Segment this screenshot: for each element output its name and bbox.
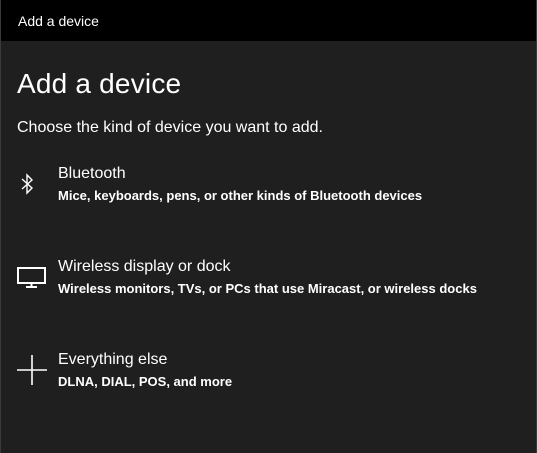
page-subtitle: Choose the kind of device you want to ad… xyxy=(17,119,323,136)
option-bluetooth[interactable]: Bluetooth Mice, keyboards, pens, or othe… xyxy=(17,162,520,255)
window-title: Add a device xyxy=(18,12,99,29)
page-title: Add a device xyxy=(17,68,182,99)
option-wireless-display-title: Wireless display or dock xyxy=(58,258,231,275)
plus-icon xyxy=(17,348,58,388)
option-everything-else-title: Everything else xyxy=(58,351,168,368)
option-wireless-display[interactable]: Wireless display or dock Wireless monito… xyxy=(17,255,520,348)
monitor-icon xyxy=(17,255,58,295)
dialog-content: Add a device Choose the kind of device y… xyxy=(1,41,536,441)
option-bluetooth-title: Bluetooth xyxy=(58,165,126,182)
device-type-list: Bluetooth Mice, keyboards, pens, or othe… xyxy=(17,162,520,441)
option-wireless-display-description: Wireless monitors, TVs, or PCs that use … xyxy=(58,281,477,296)
option-everything-else[interactable]: Everything else DLNA, DIAL, POS, and mor… xyxy=(17,348,520,441)
bluetooth-icon xyxy=(17,162,58,202)
option-everything-else-description: DLNA, DIAL, POS, and more xyxy=(58,374,233,389)
option-bluetooth-description: Mice, keyboards, pens, or other kinds of… xyxy=(58,188,423,203)
add-device-window: Add a device Add a device Choose the kin… xyxy=(0,0,537,453)
title-bar[interactable]: Add a device xyxy=(1,0,536,41)
